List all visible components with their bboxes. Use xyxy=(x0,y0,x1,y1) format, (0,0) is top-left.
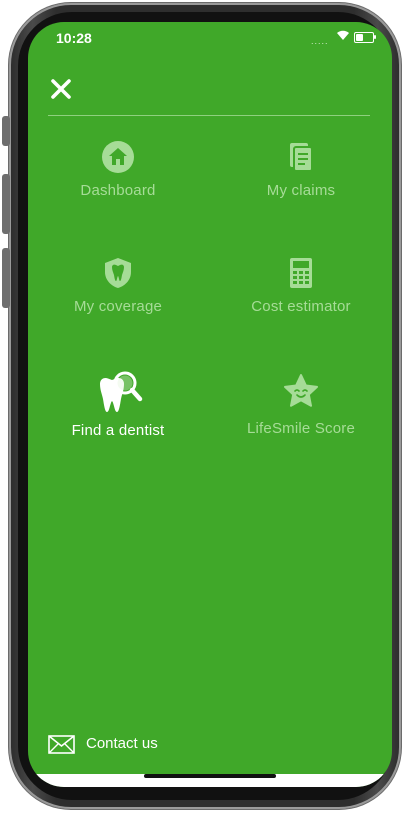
volume-up-button xyxy=(2,174,10,234)
tooth-search-icon xyxy=(100,371,143,412)
volume-down-button xyxy=(2,248,10,308)
contact-us-label: Contact us xyxy=(86,735,158,752)
battery-icon xyxy=(354,32,374,43)
signal-dots: ..... xyxy=(311,36,329,46)
envelope-icon xyxy=(48,735,75,754)
menu-item-label: Dashboard xyxy=(80,182,156,199)
close-icon[interactable] xyxy=(50,78,72,100)
documents-icon xyxy=(290,143,313,172)
menu-item-lifesmile-score[interactable]: LifeSmile Score xyxy=(216,372,386,437)
mute-switch xyxy=(2,116,10,146)
menu-divider xyxy=(48,115,370,116)
menu-item-my-claims[interactable]: My claims xyxy=(216,140,386,199)
status-bar: 10:28 ..... xyxy=(28,22,392,52)
menu-item-label: My claims xyxy=(266,182,336,199)
app-screen: 10:28 ..... Dashboard My claims My cover… xyxy=(28,22,392,787)
menu-item-label: LifeSmile Score xyxy=(246,420,356,437)
menu-item-my-coverage[interactable]: My coverage xyxy=(33,256,203,315)
menu-item-dashboard[interactable]: Dashboard xyxy=(33,140,203,199)
home-icon xyxy=(102,141,134,173)
smiling-star-icon xyxy=(284,374,318,407)
menu-item-cost-estimator[interactable]: Cost estimator xyxy=(216,256,386,315)
menu-item-label: Cost estimator xyxy=(251,298,351,315)
wifi-icon xyxy=(337,30,349,40)
status-time: 10:28 xyxy=(56,30,92,46)
battery-tip xyxy=(374,35,376,39)
tooth-shield-icon xyxy=(105,258,131,288)
home-indicator[interactable] xyxy=(144,774,276,778)
menu-item-label: Find a dentist xyxy=(71,422,165,439)
menu-item-find-a-dentist[interactable]: Find a dentist xyxy=(33,368,203,439)
menu-item-label: My coverage xyxy=(73,298,163,315)
calculator-icon xyxy=(290,258,312,288)
